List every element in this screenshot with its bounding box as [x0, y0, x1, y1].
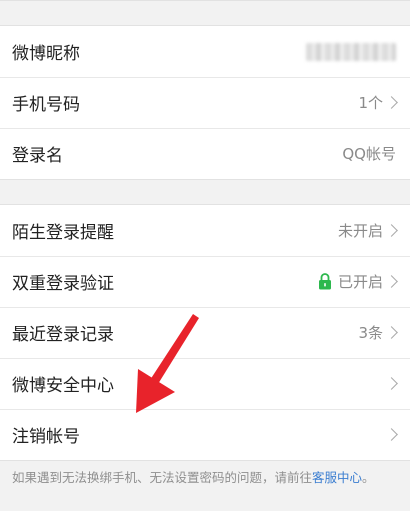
row-value: 已开启 — [337, 273, 383, 291]
row-label: 微博昵称 — [12, 44, 80, 64]
phone-number-row[interactable]: 手机号码 1个 — [0, 77, 410, 128]
chevron-right-icon — [385, 224, 398, 237]
unfamiliar-login-alert-row[interactable]: 陌生登录提醒 未开启 — [0, 205, 410, 256]
top-spacer — [0, 0, 410, 25]
row-right — [306, 42, 410, 61]
row-label: 双重登录验证 — [12, 274, 114, 294]
chevron-right-icon — [385, 96, 398, 109]
row-right: QQ帐号 — [342, 143, 410, 164]
blurred-nickname — [306, 42, 396, 61]
row-right: 1个 — [358, 92, 410, 113]
row-value: 1个 — [358, 94, 383, 112]
weibo-security-center-row[interactable]: 微博安全中心 — [0, 358, 410, 409]
chevron-right-icon — [385, 275, 398, 288]
customer-service-link[interactable]: 客服中心 — [312, 470, 362, 485]
row-label: 登录名 — [12, 146, 63, 166]
row-value: 未开启 — [337, 222, 383, 240]
chevron-right-icon — [385, 377, 398, 390]
row-label: 微博安全中心 — [12, 376, 114, 396]
row-label: 最近登录记录 — [12, 325, 114, 345]
row-value: 3条 — [358, 324, 383, 342]
account-info-group: 微博昵称 手机号码 1个 登录名 QQ帐号 — [0, 25, 410, 180]
row-right — [383, 377, 410, 390]
chevron-right-icon — [385, 428, 398, 441]
footer-text: 如果遇到无法换绑手机、无法设置密码的问题，请前往 — [12, 470, 313, 485]
weibo-nickname-row[interactable]: 微博昵称 — [0, 26, 410, 77]
cancel-account-row[interactable]: 注销帐号 — [0, 409, 410, 460]
row-right: 已开启 — [318, 271, 410, 292]
login-name-row: 登录名 QQ帐号 — [0, 128, 410, 179]
footer-note: 如果遇到无法换绑手机、无法设置密码的问题，请前往客服中心。 — [0, 461, 410, 494]
recent-login-records-row[interactable]: 最近登录记录 3条 — [0, 307, 410, 358]
footer-end: 。 — [362, 470, 375, 485]
row-right — [383, 428, 410, 441]
row-label: 注销帐号 — [12, 427, 80, 447]
row-value: QQ帐号 — [342, 145, 396, 163]
chevron-right-icon — [385, 326, 398, 339]
security-group: 陌生登录提醒 未开启 双重登录验证 已开启 最近登录记录 3条 微博安全中心 注… — [0, 204, 410, 461]
two-factor-login-row[interactable]: 双重登录验证 已开启 — [0, 256, 410, 307]
row-label: 陌生登录提醒 — [12, 223, 114, 243]
row-label: 手机号码 — [12, 95, 80, 115]
lock-icon — [318, 273, 331, 290]
row-right: 未开启 — [338, 220, 410, 241]
row-right: 3条 — [358, 322, 410, 343]
section-spacer — [0, 180, 410, 204]
